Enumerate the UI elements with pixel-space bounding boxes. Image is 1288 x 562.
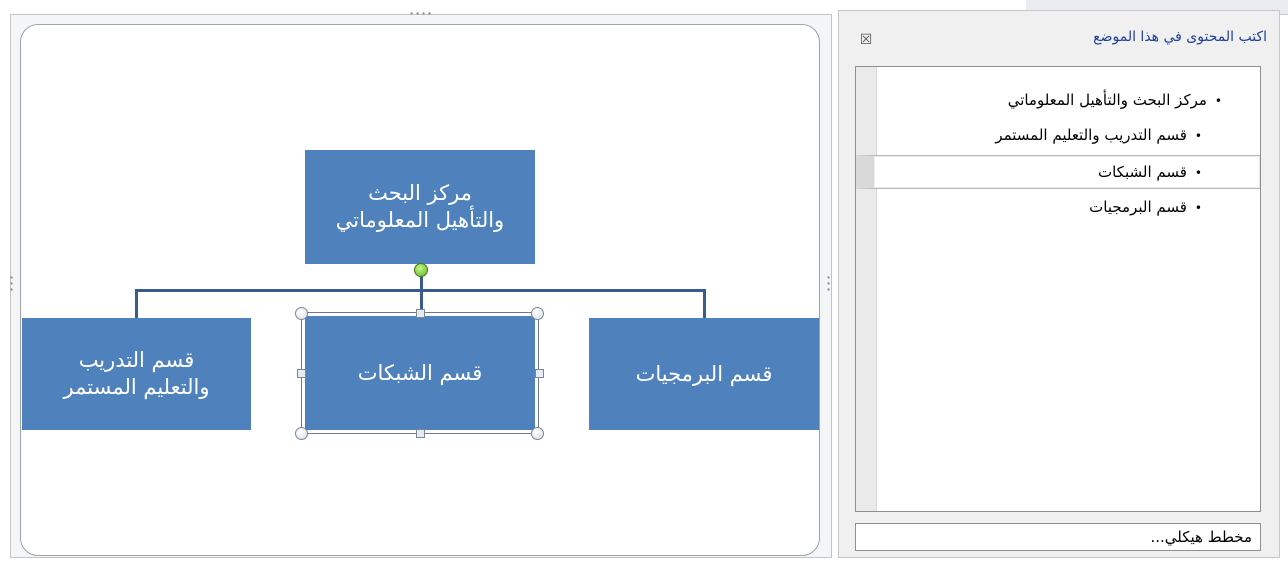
list-item-text: قسم التدريب والتعليم المستمر bbox=[995, 126, 1187, 144]
list-item[interactable]: • مركز البحث والتأهيل المعلوماتي bbox=[1008, 85, 1222, 115]
resize-handle-top-right[interactable] bbox=[531, 307, 544, 320]
right-grip[interactable]: ∙ ∙ ∙ bbox=[826, 274, 832, 294]
org-node-root[interactable]: مركز البحث والتأهيل المعلوماتي bbox=[305, 150, 535, 264]
text-pane-title: اكتب المحتوى في هذا الموضع bbox=[1093, 29, 1267, 45]
bullet-icon: • bbox=[1194, 201, 1202, 215]
org-node-networks[interactable]: قسم الشبكات bbox=[305, 316, 535, 430]
resize-handle-top-left[interactable] bbox=[295, 307, 308, 320]
list-item-text: قسم البرمجيات bbox=[1089, 198, 1187, 216]
bullet-icon: • bbox=[1214, 94, 1222, 108]
diagram-type-link[interactable]: مخطط هيكلي... bbox=[855, 523, 1261, 551]
text-pane: اكتب المحتوى في هذا الموضع ☒ • مركز البحث… bbox=[838, 10, 1280, 558]
close-icon[interactable]: ☒ bbox=[857, 31, 875, 49]
vertical-scrollbar[interactable] bbox=[856, 67, 877, 511]
top-grip[interactable]: ∙∙∙∙ bbox=[409, 10, 433, 18]
connector-right-drop bbox=[703, 289, 706, 319]
resize-handle-top[interactable] bbox=[416, 309, 425, 318]
connector-left-drop bbox=[135, 289, 138, 319]
rotation-handle[interactable] bbox=[414, 263, 428, 277]
bullet-icon: • bbox=[1194, 129, 1202, 143]
resize-handle-bottom[interactable] bbox=[416, 429, 425, 438]
org-node-root-text: مركز البحث والتأهيل المعلوماتي bbox=[335, 181, 505, 232]
org-node-programming-text: قسم البرمجيات bbox=[635, 361, 773, 386]
org-node-networks-text: قسم الشبكات bbox=[357, 360, 483, 385]
org-node-training-text: قسم التدريب والتعليم المستمر bbox=[63, 348, 210, 399]
resize-handle-right[interactable] bbox=[535, 369, 544, 378]
bullet-icon: • bbox=[1194, 166, 1202, 180]
list-item-text: مركز البحث والتأهيل المعلوماتي bbox=[1007, 91, 1207, 109]
list-item-selected[interactable]: • قسم الشبكات bbox=[856, 155, 1260, 189]
list-item[interactable]: • قسم التدريب والتعليم المستمر bbox=[995, 120, 1202, 150]
org-node-programming[interactable]: قسم البرمجيات bbox=[589, 318, 819, 430]
text-pane-list[interactable]: • مركز البحث والتأهيل المعلوماتي • قسم الت… bbox=[855, 66, 1261, 512]
resize-handle-bottom-left[interactable] bbox=[295, 427, 308, 440]
list-item-text: قسم الشبكات bbox=[1097, 163, 1187, 181]
list-item[interactable]: • قسم البرمجيات bbox=[1089, 192, 1202, 222]
left-grip[interactable]: ∙ ∙ ∙ bbox=[9, 274, 15, 294]
resize-handle-left[interactable] bbox=[297, 369, 306, 378]
resize-handle-bottom-right[interactable] bbox=[531, 427, 544, 440]
org-node-training[interactable]: قسم التدريب والتعليم المستمر bbox=[22, 318, 251, 430]
